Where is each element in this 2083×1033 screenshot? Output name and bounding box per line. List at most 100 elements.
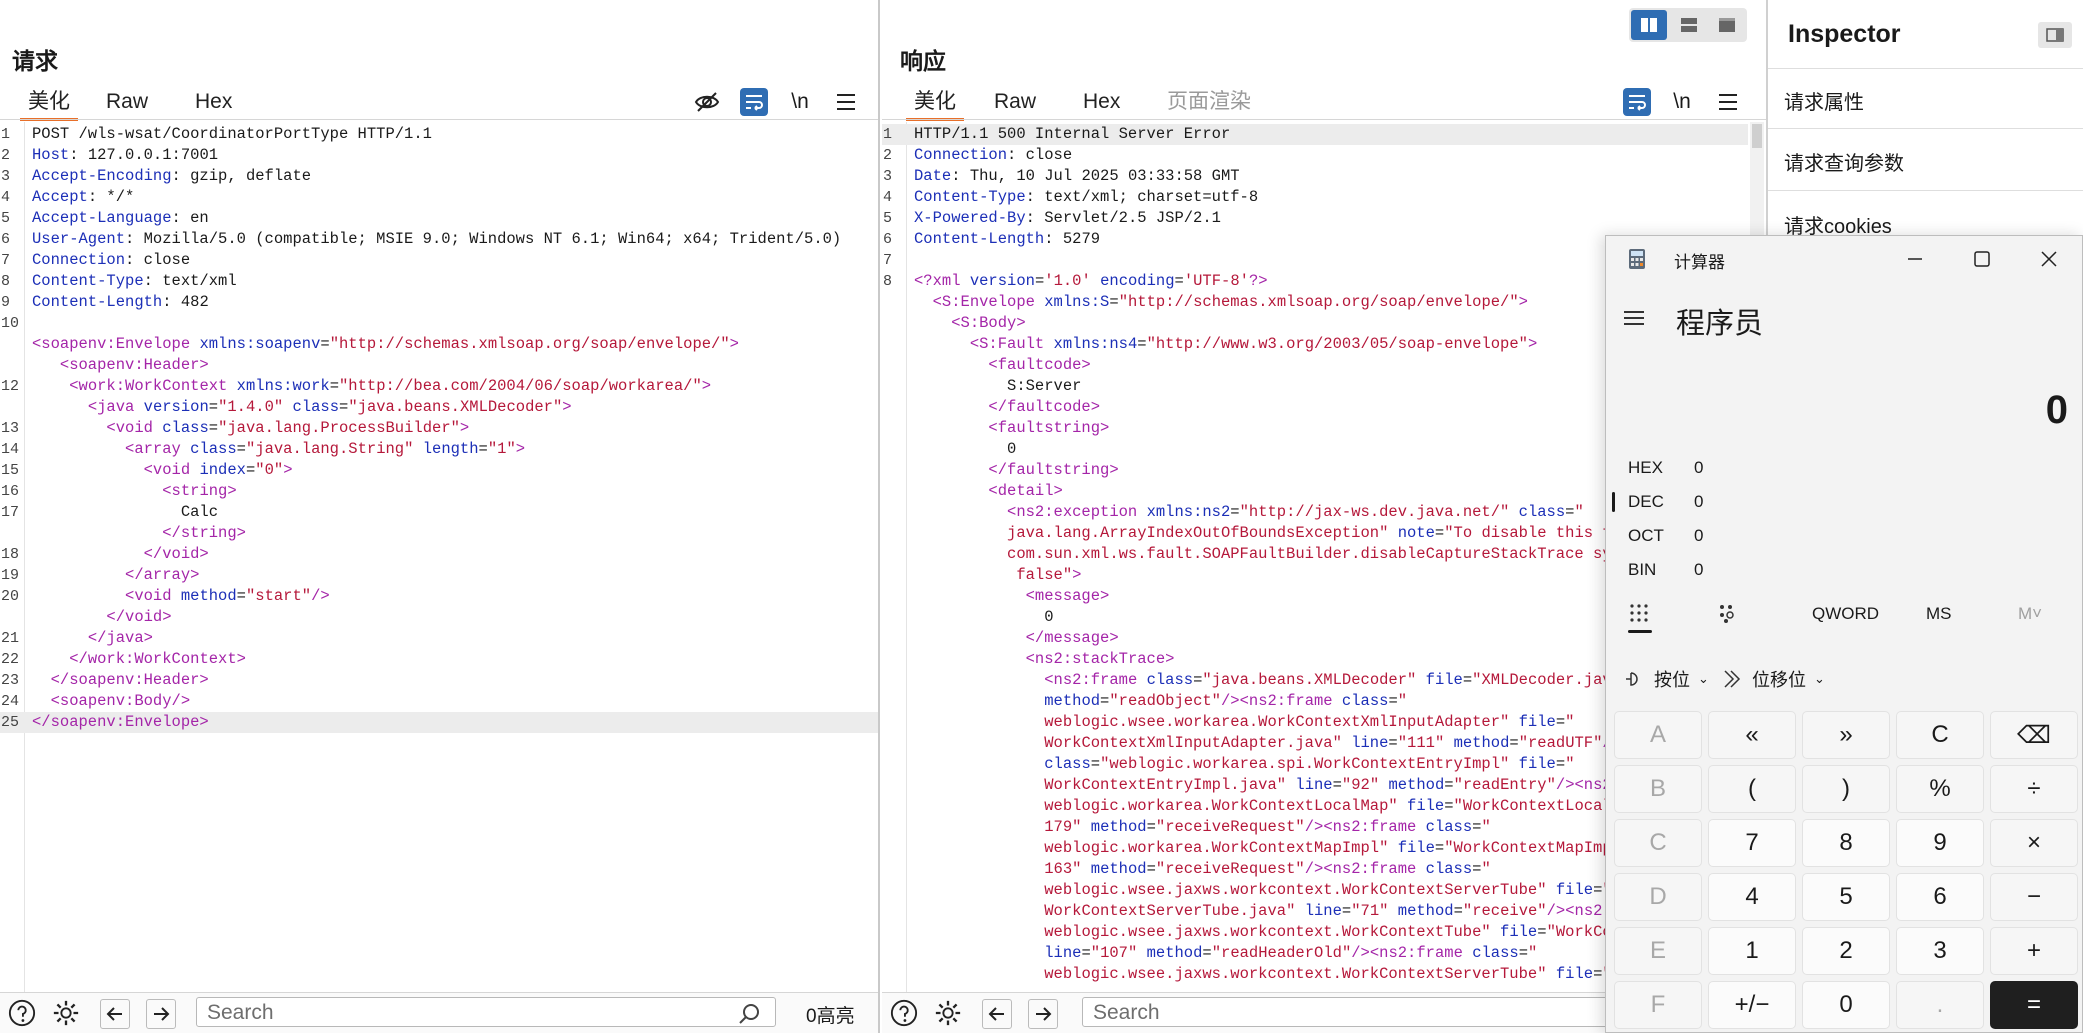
settings-gear-icon[interactable] (52, 999, 80, 1027)
line-text: java.lang.ArrayIndexOutOfBoundsException… (1007, 524, 1621, 542)
key-shift-left[interactable]: « (1708, 711, 1796, 759)
key-backspace[interactable]: ⌫ (1990, 711, 2078, 759)
code-line: 12 <work:WorkContext xmlns:work="http://… (0, 376, 878, 397)
tab-pretty[interactable]: 美化 (20, 86, 78, 121)
tab-hex[interactable]: Hex (1083, 86, 1120, 118)
bitshift-dropdown[interactable]: 位移位 ⌄ (1722, 666, 1825, 692)
key-hex-a[interactable]: A (1614, 711, 1702, 759)
key-divide[interactable]: ÷ (1990, 765, 2078, 813)
wrap-lines-icon[interactable] (740, 88, 768, 116)
tab-raw[interactable]: Raw (106, 86, 148, 118)
code-line: 16 <string> (0, 481, 878, 502)
chevron-down-icon: ⌄ (1698, 671, 1709, 686)
request-search-input[interactable]: Search (196, 997, 776, 1027)
memory-store-button[interactable]: MS (1926, 604, 1952, 624)
key-close-paren[interactable]: ) (1802, 765, 1890, 813)
line-text: method="readObject"/><ns2:frame class=" (1044, 692, 1408, 710)
help-icon[interactable] (890, 999, 918, 1027)
hide-icon[interactable] (693, 88, 721, 116)
radix-dec[interactable]: DEC 0 (1628, 492, 1703, 512)
inspector-layout-icon[interactable] (2038, 22, 2072, 48)
key-shift-right[interactable]: » (1802, 711, 1890, 759)
key-negate[interactable]: +/− (1708, 981, 1796, 1029)
tab-render[interactable]: 页面渲染 (1167, 86, 1251, 118)
line-text: <faultstring> (988, 419, 1110, 437)
line-text: X-Powered-By: Servlet/2.5 JSP/2.1 (914, 209, 1221, 227)
newline-toggle-icon[interactable]: \n (786, 88, 814, 116)
key-6[interactable]: 6 (1896, 873, 1984, 921)
key-8[interactable]: 8 (1802, 819, 1890, 867)
key-5[interactable]: 5 (1802, 873, 1890, 921)
key-multiply[interactable]: × (1990, 819, 2078, 867)
key-clear[interactable]: C (1896, 711, 1984, 759)
code-line: 13 <void class="java.lang.ProcessBuilder… (0, 418, 878, 439)
key-hex-e[interactable]: E (1614, 927, 1702, 975)
line-text: class="weblogic.workarea.spi.WorkContext… (1044, 755, 1575, 773)
key-7[interactable]: 7 (1708, 819, 1796, 867)
key-hex-f[interactable]: F (1614, 981, 1702, 1029)
menu-icon[interactable] (832, 88, 860, 116)
radix-label: DEC (1628, 492, 1664, 511)
word-size-button[interactable]: QWORD (1812, 604, 1879, 624)
key-percent[interactable]: % (1896, 765, 1984, 813)
split-vertical-icon[interactable] (1671, 10, 1707, 40)
full-keypad-icon[interactable] (1628, 602, 1652, 633)
prev-match-arrow-icon[interactable] (982, 999, 1012, 1029)
line-text: weblogic.wsee.workarea.WorkContextXmlInp… (1044, 713, 1575, 731)
tab-raw[interactable]: Raw (994, 86, 1036, 118)
code-line: 24 <soapenv:Body/> (0, 691, 878, 712)
code-line: </void> (0, 607, 878, 628)
response-search-input[interactable]: Search (1082, 997, 1612, 1027)
inspector-request-query-params[interactable]: 请求查询参数 (1784, 147, 1904, 176)
key-3[interactable]: 3 (1896, 927, 1984, 975)
key-0[interactable]: 0 (1802, 981, 1890, 1029)
radix-oct[interactable]: OCT 0 (1628, 526, 1703, 546)
tabbed-view-icon[interactable] (1709, 10, 1745, 40)
key-hex-d[interactable]: D (1614, 873, 1702, 921)
key-hex-c[interactable]: C (1614, 819, 1702, 867)
settings-gear-icon[interactable] (934, 999, 962, 1027)
next-match-arrow-icon[interactable] (146, 999, 176, 1029)
line-number: 7 (1, 252, 11, 269)
request-footer: Search 0高亮 (0, 992, 878, 1033)
bitwise-dropdown[interactable]: 按位 ⌄ (1624, 666, 1709, 692)
radix-hex[interactable]: HEX 0 (1628, 458, 1703, 478)
bit-toggle-keypad-icon[interactable] (1716, 602, 1738, 629)
code-line: 2 Connection: close (882, 145, 1748, 166)
radix-value: 0 (1694, 492, 1704, 511)
key-1[interactable]: 1 (1708, 927, 1796, 975)
key-4[interactable]: 4 (1708, 873, 1796, 921)
menu-icon[interactable] (1714, 88, 1742, 116)
next-match-arrow-icon[interactable] (1028, 999, 1058, 1029)
request-editor[interactable]: 1 POST /wls-wsat/CoordinatorPortType HTTP… (0, 122, 878, 993)
line-number: 16 (1, 483, 20, 500)
line-text: </soapenv:Envelope> (32, 713, 209, 731)
tab-hex[interactable]: Hex (195, 86, 232, 118)
help-icon[interactable] (8, 999, 36, 1027)
maximize-icon[interactable] (1973, 250, 1991, 273)
key-hex-b[interactable]: B (1614, 765, 1702, 813)
inspector-request-attributes[interactable]: 请求属性 (1784, 86, 1864, 115)
key-equals[interactable]: = (1990, 981, 2078, 1029)
key-add[interactable]: + (1990, 927, 2078, 975)
prev-match-arrow-icon[interactable] (100, 999, 130, 1029)
key-subtract[interactable]: − (1990, 873, 2078, 921)
key-open-paren[interactable]: ( (1708, 765, 1796, 813)
newline-toggle-icon[interactable]: \n (1668, 88, 1696, 116)
close-icon[interactable] (2040, 250, 2058, 273)
minimize-icon[interactable] (1906, 252, 1924, 271)
split-horizontal-icon[interactable] (1631, 10, 1667, 40)
line-text: Content-Length: 482 (32, 293, 209, 311)
nav-menu-icon[interactable] (1622, 308, 1646, 333)
bitshift-icon (1724, 670, 1741, 688)
line-number: 5 (1, 210, 11, 227)
key-9[interactable]: 9 (1896, 819, 1984, 867)
key-decimal[interactable]: . (1896, 981, 1984, 1029)
line-text: <faultcode> (988, 356, 1091, 374)
wrap-lines-icon[interactable] (1623, 88, 1651, 116)
radix-bin[interactable]: BIN 0 (1628, 560, 1703, 580)
memory-recall-button[interactable]: M˅ (2018, 604, 2042, 624)
tab-pretty[interactable]: 美化 (906, 86, 964, 121)
key-2[interactable]: 2 (1802, 927, 1890, 975)
line-number: 17 (1, 504, 20, 521)
